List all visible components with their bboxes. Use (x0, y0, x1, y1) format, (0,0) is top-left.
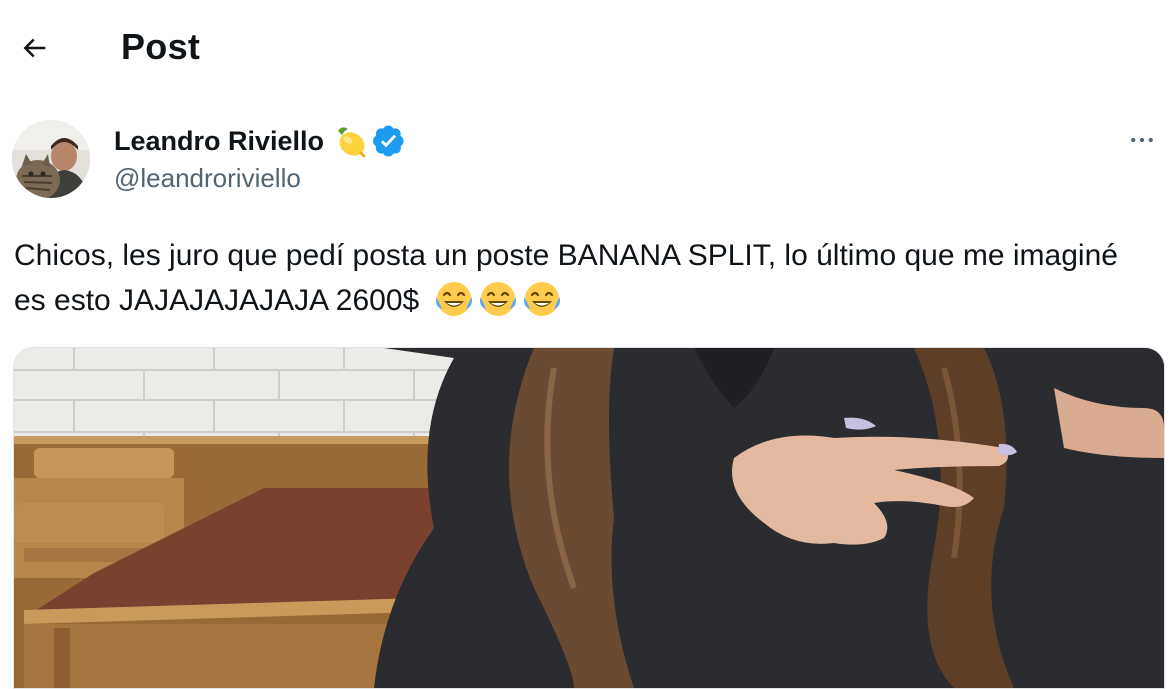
more-options-button[interactable] (1124, 122, 1160, 158)
verified-badge-icon (373, 125, 404, 157)
author-name: Leandro Riviello (114, 126, 325, 156)
tears-of-joy-icon (435, 282, 472, 316)
tears-of-joy-icon (479, 282, 516, 316)
author-handle[interactable]: @leandroriviello (114, 162, 301, 194)
back-button[interactable] (14, 28, 54, 68)
author-name-row[interactable]: Leandro Riviello (114, 123, 406, 159)
top-bar: Post (0, 0, 1173, 95)
page-title: Post (121, 26, 201, 67)
lemon-icon (338, 127, 366, 158)
arrow-left-icon (23, 38, 46, 58)
tweet-text: Chicos, les juro que pedí posta un poste… (14, 233, 1154, 323)
tweet-body: Chicos, les juro que pedí posta un poste… (14, 239, 1118, 317)
avatar[interactable] (12, 120, 90, 198)
more-horizontal-icon (1131, 137, 1153, 143)
tweet-photo[interactable] (13, 347, 1165, 689)
emoji-group (434, 279, 562, 319)
tears-of-joy-icon (523, 282, 560, 316)
